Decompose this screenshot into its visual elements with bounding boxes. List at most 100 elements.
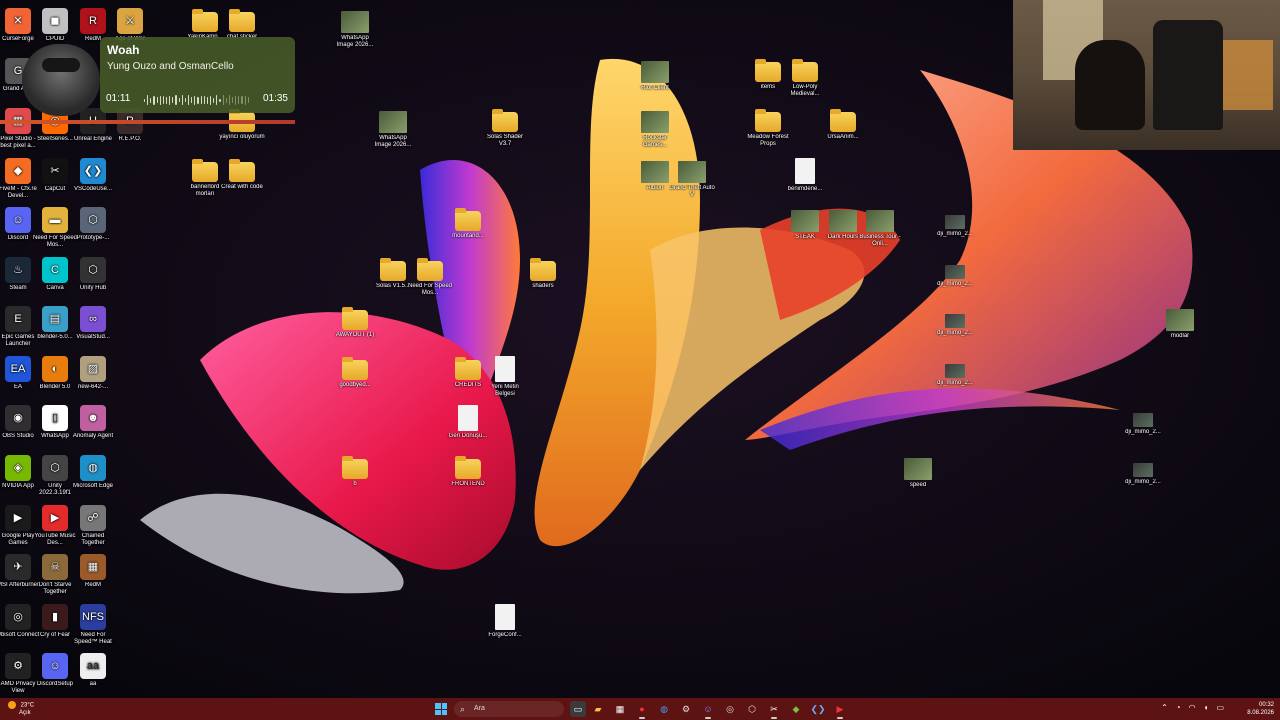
desktop-shortcut[interactable]: aa aa bbox=[70, 653, 116, 688]
start-button[interactable] bbox=[435, 703, 447, 715]
folder-item[interactable]: mountand... bbox=[445, 207, 491, 240]
app-icon: R bbox=[80, 8, 106, 34]
task-view-icon[interactable]: ▭ bbox=[570, 701, 586, 717]
wifi-icon[interactable]: ◠ bbox=[1189, 703, 1196, 712]
folder-icon bbox=[342, 456, 368, 479]
file-item[interactable]: Business Tour - Onli... bbox=[857, 207, 903, 248]
desktop-shortcut[interactable]: ∞ VisualStud... bbox=[70, 306, 116, 341]
waveform-bar bbox=[194, 95, 196, 105]
item-label: dji_mimo_2... bbox=[1125, 479, 1161, 485]
taskbar-clock[interactable]: 00:32 8.08.2026 bbox=[1247, 701, 1274, 717]
image-icon bbox=[641, 61, 669, 83]
file-item[interactable]: Yeni Metin Belgesi bbox=[482, 356, 528, 398]
app-icon: aa bbox=[80, 653, 106, 679]
unity-icon[interactable]: ⬡ bbox=[744, 701, 760, 717]
file-item[interactable]: Riot Client bbox=[632, 58, 678, 92]
waveform-bar bbox=[178, 98, 180, 102]
file-item[interactable]: WhatsApp Image 2026... bbox=[332, 8, 378, 49]
file-item[interactable]: speed bbox=[895, 455, 941, 489]
folder-item[interactable]: shaders bbox=[520, 257, 566, 290]
desktop-shortcut[interactable]: NFS Need For Speed™ Heat bbox=[70, 604, 116, 646]
folder-item[interactable]: goodbyed... bbox=[332, 356, 378, 389]
waveform-bar bbox=[175, 95, 177, 105]
folder-item[interactable]: b bbox=[332, 455, 378, 488]
shortcut-label: aa bbox=[89, 681, 97, 687]
settings-icon[interactable]: ⚙ bbox=[678, 701, 694, 717]
waveform-bar bbox=[228, 95, 230, 105]
folder-icon bbox=[342, 357, 368, 380]
file-item[interactable]: WhatsApp Image 2026... bbox=[370, 108, 416, 149]
edge-icon[interactable]: ◍ bbox=[656, 701, 672, 717]
folder-icon bbox=[192, 159, 218, 182]
desktop-shortcut[interactable]: ❮❯ VSCodeUse... bbox=[70, 158, 116, 193]
track-duration: 01:35 bbox=[262, 93, 288, 104]
desktop-shortcut[interactable]: ⬡ Prototype-... bbox=[70, 207, 116, 242]
taskbar: 23°C Açık ⌕ Ara ▭ ▰ ▦ ● ◍ ⚙ ☺ ◎ ⬡ ✂ ◆ ❮❯… bbox=[0, 698, 1280, 720]
volume-icon[interactable]: ◖ bbox=[1204, 703, 1209, 712]
waveform-bar bbox=[172, 97, 174, 103]
youtube-music-icon[interactable]: ▶ bbox=[832, 701, 848, 719]
folder-item[interactable]: Meadow Forest Props bbox=[745, 108, 791, 148]
app-icon: EA bbox=[5, 356, 31, 382]
progress-waveform[interactable] bbox=[144, 95, 249, 105]
desktop-shortcut[interactable]: ▦ RedM bbox=[70, 554, 116, 589]
app-icon: ▶ bbox=[42, 505, 68, 531]
image-icon bbox=[829, 210, 857, 232]
desktop-shortcut[interactable]: ⬡ Unity Hub bbox=[70, 257, 116, 292]
desktop-shortcut[interactable]: ▨ new-642-... bbox=[70, 356, 116, 391]
waveform-bar bbox=[191, 97, 193, 103]
folder-item[interactable]: Low-Poly Medieval... bbox=[782, 58, 828, 98]
vscode-icon[interactable]: ❮❯ bbox=[810, 701, 826, 717]
image-icon bbox=[641, 161, 669, 183]
app-icon: ♨ bbox=[5, 257, 31, 283]
chrome-icon[interactable]: ◎ bbox=[722, 701, 738, 717]
file-item[interactable]: Rockstar Games... bbox=[632, 108, 678, 149]
file-item[interactable]: modlar bbox=[1157, 306, 1203, 340]
waveform-bar bbox=[225, 97, 227, 103]
folder-item[interactable]: AWAYOUT (1) bbox=[332, 306, 378, 339]
album-art bbox=[22, 44, 100, 116]
item-label: goodbyed... bbox=[339, 382, 371, 388]
calculator-icon[interactable]: ▦ bbox=[612, 701, 628, 717]
folder-item[interactable]: Need For Speed Mos... bbox=[407, 257, 453, 297]
system-tray[interactable]: ⌃ ◔ ◠ ◖ ▭ bbox=[1161, 703, 1224, 712]
waveform-bar bbox=[156, 97, 158, 103]
minecraft-icon[interactable]: ◆ bbox=[788, 701, 804, 717]
network-icon[interactable]: ◔ bbox=[1176, 703, 1181, 712]
desktop-shortcut[interactable]: RR.E.P.O. bbox=[107, 108, 153, 143]
desktop-shortcut[interactable]: ☍ Chained Together bbox=[70, 505, 116, 547]
file-item[interactable]: dji_mimo_2... bbox=[1120, 455, 1166, 486]
folder-item[interactable]: FRONTEND bbox=[445, 455, 491, 488]
desktop-shortcut[interactable]: ◍ Microsoft Edge bbox=[70, 455, 116, 490]
file-item[interactable]: dji_mimo_2... bbox=[1120, 405, 1166, 436]
file-item[interactable]: dji_mimo_2... bbox=[932, 257, 978, 288]
file-item[interactable]: Geri Dönüşü... bbox=[445, 405, 491, 440]
weather-temp: 23°C bbox=[20, 702, 35, 709]
app-icon: ❮❯ bbox=[80, 158, 106, 184]
folder-item[interactable]: UrsaAnim... bbox=[820, 108, 866, 141]
file-item[interactable]: dji_mimo_2... bbox=[932, 207, 978, 238]
folder-icon bbox=[492, 109, 518, 132]
desktop-shortcut[interactable]: ☻ Anomaly Agent bbox=[70, 405, 116, 440]
folder-item[interactable]: Creat with code bbox=[219, 158, 265, 191]
capcut-icon[interactable]: ✂ bbox=[766, 701, 782, 719]
file-explorer-icon[interactable]: ▰ bbox=[590, 701, 606, 717]
chevron-up-icon[interactable]: ⌃ bbox=[1161, 703, 1168, 712]
file-item[interactable]: dji_mimo_2... bbox=[932, 306, 978, 337]
taskbar-search[interactable]: ⌕ Ara bbox=[454, 701, 564, 717]
app-icon: C bbox=[42, 257, 68, 283]
app-icon: ▯ bbox=[42, 405, 68, 431]
file-item[interactable]: ForgeConf... bbox=[482, 604, 528, 639]
battery-icon[interactable]: ▭ bbox=[1216, 703, 1224, 712]
file-item[interactable]: Grand Theft Auto V bbox=[669, 158, 715, 199]
weather-widget[interactable]: 23°C Açık bbox=[8, 701, 34, 717]
item-label: dji_mimo_2... bbox=[1125, 429, 1161, 435]
file-item[interactable]: benimdene... bbox=[782, 158, 828, 193]
record-icon[interactable]: ● bbox=[634, 701, 650, 719]
discord-icon[interactable]: ☺ bbox=[700, 701, 716, 719]
folder-item[interactable]: Solas Shader V3.7 bbox=[482, 108, 528, 148]
file-item[interactable]: dji_mimo_2... bbox=[932, 356, 978, 387]
item-label: dji_mimo_2... bbox=[937, 231, 973, 237]
media-player-widget[interactable]: Woah Yung Ouzo and OsmanCello 01:11 01:3… bbox=[100, 37, 295, 113]
item-label: dji_mimo_2... bbox=[937, 281, 973, 287]
